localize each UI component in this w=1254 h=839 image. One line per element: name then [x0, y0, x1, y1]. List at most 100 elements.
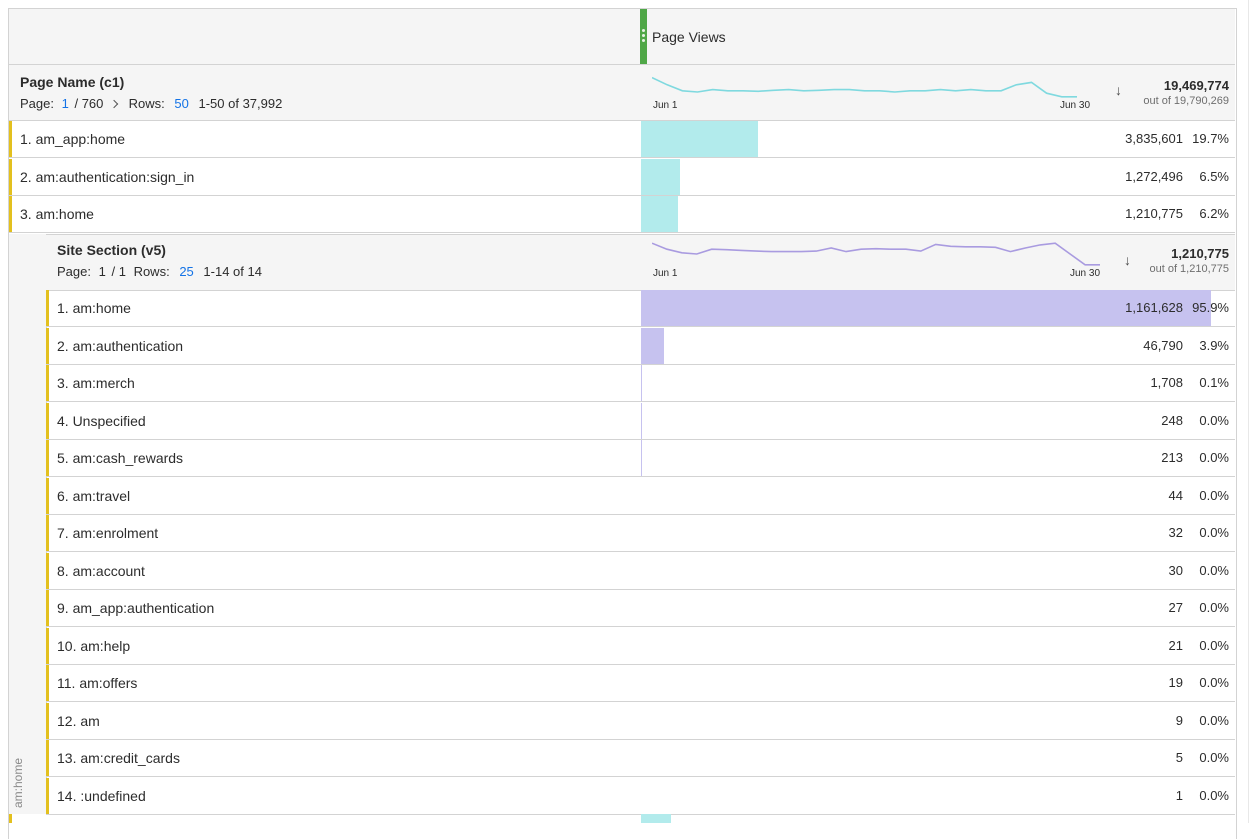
row-percent: 6.2% [1199, 206, 1229, 221]
row-percent: 0.0% [1199, 487, 1229, 503]
page-number-input[interactable]: 1 [62, 96, 69, 111]
rows-label: Rows: [128, 96, 165, 111]
page-label: Page: [20, 96, 54, 111]
table-row[interactable]: 13. am:credit_cards 5 0.0% [46, 740, 1235, 777]
row-label[interactable]: 2. am:authentication [57, 338, 183, 354]
row-accent [9, 121, 12, 157]
row-value: 1,272,496 [1125, 168, 1183, 184]
row-percent: 0.0% [1199, 525, 1229, 540]
row-accent [46, 552, 49, 589]
row-value: 1,161,628 [1125, 300, 1183, 315]
row-percent: 0.0% [1199, 450, 1229, 465]
dimension-pager: Page: 1 / 760 Rows: 50 1-50 of 37,992 [20, 96, 282, 111]
row-accent [46, 477, 49, 514]
sparkline-end-label: Jun 30 [1070, 268, 1101, 279]
row-value: 9 [1175, 712, 1183, 728]
row-accent [46, 665, 49, 701]
row-label[interactable]: 8. am:account [57, 563, 145, 579]
row-bar [641, 440, 642, 476]
row-label[interactable]: 1. am:home [57, 300, 131, 316]
table-row[interactable]: 3. am:home 1,210,775 6.2% [9, 196, 1235, 233]
metric-column-title[interactable]: Page Views [652, 29, 726, 45]
row-accent [46, 515, 49, 551]
table-row[interactable]: 2. am:authentication 46,790 3.9% [46, 327, 1235, 365]
row-label[interactable]: 3. am:merch [57, 375, 135, 391]
row-label[interactable]: 5. am:cash_rewards [57, 450, 183, 466]
row-label[interactable]: 2. am:authentication:sign_in [20, 169, 194, 185]
row-value: 248 [1161, 412, 1183, 428]
row-value: 213 [1161, 450, 1183, 465]
row-label[interactable]: 7. am:enrolment [57, 525, 158, 541]
table-row[interactable]: 6. am:travel 44 0.0% [46, 477, 1235, 515]
row-bar [641, 365, 642, 401]
row-value: 5 [1175, 750, 1183, 765]
row-bar [641, 121, 759, 157]
row-value: 46,790 [1143, 337, 1183, 353]
column-drag-handle[interactable] [640, 9, 647, 64]
row-accent [46, 777, 49, 814]
row-label[interactable]: 6. am:travel [57, 488, 130, 504]
row-percent: 0.0% [1199, 750, 1229, 765]
row-label[interactable]: 13. am:credit_cards [57, 750, 180, 766]
row-label[interactable]: 11. am:offers [57, 675, 137, 691]
row-range: 1-14 of 14 [203, 264, 262, 279]
table-row[interactable]: 4. Unspecified 248 0.0% [46, 402, 1235, 440]
table-row[interactable]: 1. am:home 1,161,628 95.9% [46, 290, 1235, 327]
sparkline-series [652, 242, 1100, 266]
page-number-input[interactable]: 1 [99, 264, 106, 279]
scroll-edge [1248, 0, 1249, 823]
breakdown-title[interactable]: Site Section (v5) [57, 242, 166, 258]
row-label[interactable]: 4. Unspecified [57, 413, 146, 429]
table-row[interactable]: 5. am:cash_rewards 213 0.0% [46, 440, 1235, 477]
row-label[interactable]: 1. am_app:home [20, 131, 125, 147]
table-row[interactable]: 10. am:help 21 0.0% [46, 627, 1235, 665]
row-accent [46, 440, 49, 476]
row-percent: 19.7% [1192, 131, 1229, 146]
dimension-total: 19,469,774 [1163, 78, 1229, 93]
row-label[interactable]: 3. am:home [20, 206, 94, 222]
row-accent [46, 365, 49, 401]
dimension-sparkline [652, 76, 1077, 98]
row-label[interactable]: 10. am:help [57, 638, 130, 654]
table-row[interactable]: 9. am_app:authentication 27 0.0% [46, 590, 1235, 627]
row-value: 27 [1168, 600, 1183, 615]
row-accent [46, 627, 49, 664]
table-row[interactable]: 3. am:merch 1,708 0.1% [46, 365, 1235, 402]
row-value: 1,210,775 [1125, 206, 1183, 221]
row-percent: 0.0% [1199, 637, 1229, 653]
rows-per-page-select[interactable]: 50 [174, 96, 188, 111]
breakdown-sidebar-label: am:home [11, 757, 25, 808]
table-row[interactable]: 7. am:enrolment 32 0.0% [46, 515, 1235, 552]
page-total: / 760 [74, 96, 104, 111]
sparkline-start-label: Jun 1 [653, 100, 678, 111]
rows-per-page-select[interactable]: 25 [179, 264, 193, 279]
row-value: 32 [1168, 525, 1183, 540]
row-accent [46, 327, 49, 364]
row-range: 1-50 of 37,992 [198, 96, 283, 111]
row-value: 19 [1168, 675, 1183, 690]
table-row[interactable]: 8. am:account 30 0.0% [46, 552, 1235, 590]
row-accent [9, 158, 12, 195]
rows-label: Rows: [133, 264, 170, 279]
table-row[interactable]: 1. am_app:home 3,835,601 19.7% [9, 121, 1235, 158]
breakdown-total-of: out of 1,210,775 [1149, 263, 1229, 275]
row-value: 1 [1175, 787, 1183, 803]
table-row[interactable]: 14. :undefined 1 0.0% [46, 777, 1235, 815]
page-total: / 1 [111, 264, 126, 279]
table-row[interactable]: 11. am:offers 19 0.0% [46, 665, 1235, 702]
table-row[interactable]: 2. am:authentication:sign_in 1,272,496 6.5… [9, 158, 1235, 196]
row-bar [641, 196, 678, 232]
chevron-right-icon[interactable] [109, 99, 119, 109]
row-label[interactable]: 14. :undefined [57, 788, 146, 804]
dimension-title[interactable]: Page Name (c1) [20, 74, 124, 90]
row-accent [9, 814, 12, 823]
row-label[interactable]: 9. am_app:authentication [57, 600, 214, 616]
row-percent: 95.9% [1192, 300, 1229, 315]
row-percent: 0.1% [1199, 375, 1229, 390]
row-accent [46, 402, 49, 439]
row-percent: 6.5% [1199, 168, 1229, 184]
row-percent: 0.0% [1199, 412, 1229, 428]
row-percent: 3.9% [1199, 337, 1229, 353]
row-label[interactable]: 12. am [57, 713, 100, 729]
table-row[interactable]: 12. am 9 0.0% [46, 702, 1235, 740]
